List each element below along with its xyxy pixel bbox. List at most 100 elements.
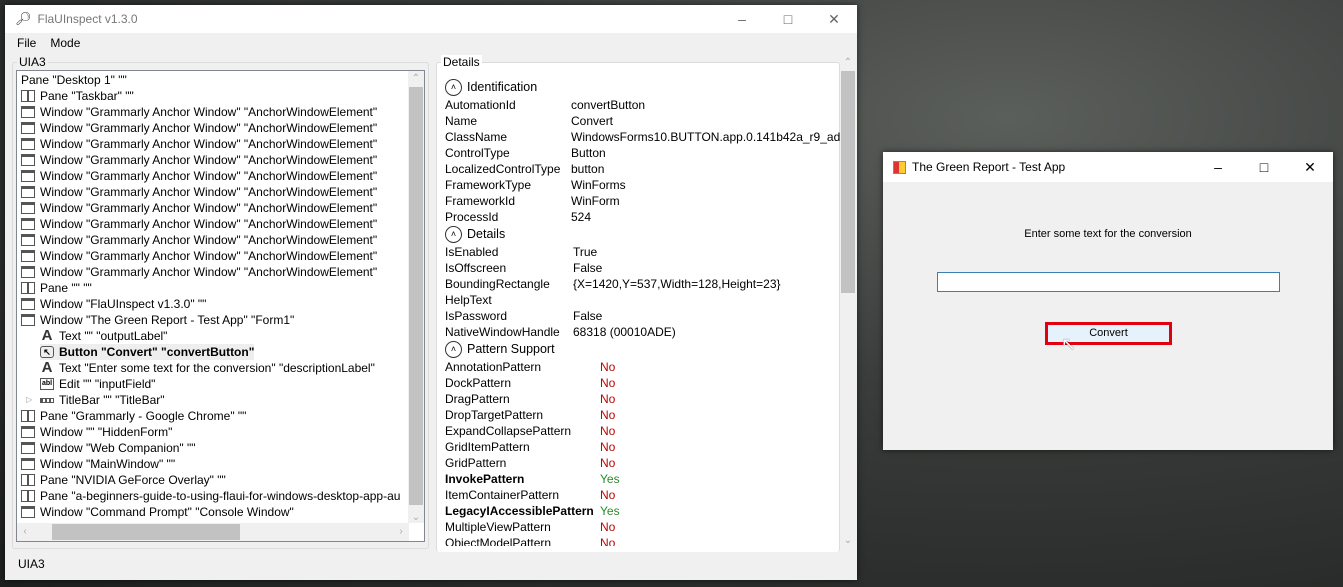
property-row: ProcessId 524 <box>445 209 591 225</box>
collapse-chevron-icon[interactable]: ˄ <box>445 78 462 96</box>
scroll-right-arrow[interactable]: › <box>393 526 409 537</box>
section-header[interactable]: ˄ Details <box>445 225 505 243</box>
tree-item[interactable]: Window "Grammarly Anchor Window" "Anchor… <box>21 248 377 264</box>
scroll-left-arrow[interactable]: ‹ <box>17 526 33 537</box>
property-row: LocalizedControlType button <box>445 161 604 177</box>
tree-item-label: Window "Grammarly Anchor Window" "Anchor… <box>40 105 378 119</box>
property-value: button <box>571 162 605 176</box>
property-row: AnnotationPattern No <box>445 359 615 375</box>
text-icon: A <box>41 327 53 344</box>
maximize-button[interactable]: □ <box>765 5 811 33</box>
tree-item[interactable]: Window "The Green Report - Test App" "Fo… <box>21 312 294 328</box>
window-icon <box>21 138 35 150</box>
input-field[interactable] <box>937 272 1280 292</box>
status-bar: UIA3 <box>18 557 45 571</box>
tree-item[interactable]: Pane "NVIDIA GeForce Overlay" "" <box>21 472 226 488</box>
tree-item[interactable]: ↖ Button "Convert" "convertButton" <box>40 344 255 360</box>
tree-hscroll-thumb[interactable] <box>52 524 240 540</box>
tree-item[interactable]: Window "Web Companion" "" <box>21 440 196 456</box>
window-icon <box>21 426 35 438</box>
collapse-chevron-icon[interactable]: ˄ <box>445 340 462 358</box>
tree-item[interactable]: Window "Command Prompt" "Console Window" <box>21 504 294 520</box>
property-row: ExpandCollapsePattern No <box>445 423 615 439</box>
property-row: ItemContainerPattern No <box>445 487 615 503</box>
property-name: MultipleViewPattern <box>445 520 551 534</box>
tree-vertical-scrollbar[interactable]: ⌃ ⌄ <box>408 71 424 523</box>
tree-item[interactable]: Window "Grammarly Anchor Window" "Anchor… <box>21 120 377 136</box>
tree-item[interactable]: Pane "Desktop 1" "" <box>21 72 127 88</box>
app-maximize-button[interactable]: □ <box>1241 152 1287 182</box>
property-row: Name Convert <box>445 113 613 129</box>
details-scroll-down-arrow[interactable]: ⌄ <box>840 535 856 546</box>
tree-item[interactable]: Pane "a-beginners-guide-to-using-flaui-f… <box>21 488 400 504</box>
scroll-up-arrow[interactable]: ⌃ <box>408 73 424 84</box>
tree-item[interactable]: Window "FlaUInspect v1.3.0" "" <box>21 296 206 312</box>
tree-item[interactable]: Window "Grammarly Anchor Window" "Anchor… <box>21 200 377 216</box>
tree-item-label: Pane "Grammarly - Google Chrome" "" <box>40 409 247 423</box>
details-vscroll-thumb[interactable] <box>841 71 855 293</box>
close-button[interactable]: ✕ <box>811 5 857 33</box>
app-icon <box>893 160 906 174</box>
property-name: GridItemPattern <box>445 440 530 454</box>
tree-item[interactable]: Window "Grammarly Anchor Window" "Anchor… <box>21 264 377 280</box>
menu-mode[interactable]: Mode <box>50 36 80 53</box>
property-value: No <box>600 360 616 374</box>
details-scroll-up-arrow[interactable]: ⌃ <box>840 57 856 68</box>
menu-file[interactable]: File <box>17 36 36 53</box>
app-title: The Green Report - Test App <box>912 160 1066 174</box>
section-header[interactable]: ˄ Identification <box>445 78 537 96</box>
tree-item[interactable]: Window "Grammarly Anchor Window" "Anchor… <box>21 216 377 232</box>
minimize-button[interactable]: – <box>719 5 765 33</box>
element-tree[interactable]: Pane "Desktop 1" "" Pane "Taskbar" "" Wind… <box>16 70 425 542</box>
section-header[interactable]: ˄ Pattern Support <box>445 340 555 358</box>
scroll-down-arrow[interactable]: ⌄ <box>408 512 424 523</box>
title-bar: 🔎︎ FlaUInspect v1.3.0 – □ ✕ <box>5 5 857 33</box>
tree-horizontal-scrollbar[interactable]: ‹ › <box>17 523 409 541</box>
window-title: FlaUInspect v1.3.0 <box>37 12 138 26</box>
details-vertical-scrollbar[interactable]: ⌃ ⌄ <box>840 55 856 546</box>
tree-item[interactable]: abl Edit "" "inputField" <box>40 376 155 392</box>
expand-arrow-icon[interactable]: ▷ <box>26 392 32 408</box>
property-name: InvokePattern <box>445 472 525 486</box>
tree-item[interactable]: Window "Grammarly Anchor Window" "Anchor… <box>21 136 377 152</box>
property-value: No <box>600 408 616 422</box>
flauinspect-window: 🔎︎ FlaUInspect v1.3.0 – □ ✕ File Mode UI… <box>5 5 857 580</box>
tree-item[interactable]: Window "Grammarly Anchor Window" "Anchor… <box>21 184 377 200</box>
tree-item[interactable]: A Text "" "outputLabel" <box>40 327 168 344</box>
property-value: WinForms <box>571 178 626 192</box>
tree-item[interactable]: Window "" "HiddenForm" <box>21 424 172 440</box>
property-row: ControlType Button <box>445 145 606 161</box>
property-name: ControlType <box>445 146 510 160</box>
tree-item[interactable]: Pane "Grammarly - Google Chrome" "" <box>21 408 246 424</box>
property-name: AutomationId <box>445 98 516 112</box>
tree-item[interactable]: Window "Grammarly Anchor Window" "Anchor… <box>21 232 377 248</box>
app-close-button[interactable]: ✕ <box>1287 152 1333 182</box>
property-value: True <box>573 245 598 259</box>
window-icon <box>21 298 35 310</box>
tree-item[interactable]: Window "MainWindow" "" <box>21 456 175 472</box>
tree-item-label: Window "Grammarly Anchor Window" "Anchor… <box>40 265 378 279</box>
property-row: GridPattern No <box>445 455 615 471</box>
app-minimize-button[interactable]: – <box>1195 152 1241 182</box>
tree-item[interactable]: Window "Grammarly Anchor Window" "Anchor… <box>21 104 377 120</box>
tree-item-label: Window "FlaUInspect v1.3.0" "" <box>40 297 207 311</box>
tree-item[interactable]: ▷ TitleBar "" "TitleBar" <box>26 392 165 408</box>
tree-item[interactable]: A Text "Enter some text for the conversio… <box>40 360 375 376</box>
magnifier-icon: 🔎︎ <box>15 11 32 26</box>
tree-item[interactable]: Window "Grammarly Anchor Window" "Anchor… <box>21 168 377 184</box>
tree-item-label: Pane "a-beginners-guide-to-using-flaui-f… <box>40 489 401 503</box>
tree-vscroll-thumb[interactable] <box>409 87 423 505</box>
collapse-chevron-icon[interactable]: ˄ <box>445 225 462 243</box>
property-row: NativeWindowHandle 68318 (00010ADE) <box>445 324 676 340</box>
property-value: Yes <box>600 472 620 486</box>
tree-item[interactable]: Window "Grammarly Anchor Window" "Anchor… <box>21 152 377 168</box>
tree-item[interactable]: Pane "" "" <box>21 280 92 296</box>
property-value: {X=1420,Y=537,Width=128,Height=23} <box>573 277 781 291</box>
window-icon <box>21 442 35 454</box>
mouse-cursor-icon: ↖ <box>1061 334 1077 354</box>
tree-item[interactable]: Pane "Taskbar" "" <box>21 88 134 104</box>
property-row: IsPassword False <box>445 308 602 324</box>
tree-item-label: Pane "" "" <box>40 281 92 295</box>
property-name: ObjectModelPattern <box>445 536 552 546</box>
property-value: False <box>573 261 603 275</box>
